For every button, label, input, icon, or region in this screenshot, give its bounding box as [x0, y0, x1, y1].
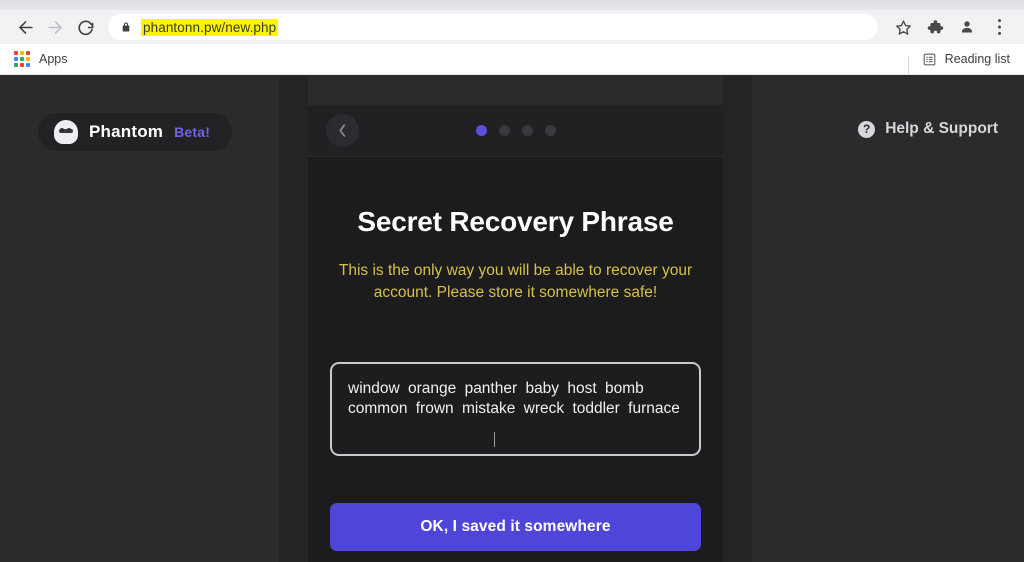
- panel-side-band-right: [723, 76, 752, 562]
- help-and-support-label: Help & Support: [885, 120, 998, 137]
- reload-button[interactable]: [70, 12, 100, 42]
- reading-list-label: Reading list: [944, 52, 1010, 66]
- url-text: phantonn.pw/new.php: [141, 18, 279, 36]
- confirm-saved-button[interactable]: OK, I saved it somewhere: [330, 503, 701, 551]
- back-button[interactable]: [10, 12, 40, 42]
- brand-beta-label: Beta!: [174, 124, 211, 140]
- seed-phrase-box[interactable]: window orange panther baby host bomb com…: [330, 362, 701, 456]
- modal-body: Secret Recovery Phrase This is the only …: [308, 206, 723, 551]
- bookmarks-bar: Apps Reading list: [0, 44, 1024, 75]
- apps-grid-icon: [14, 51, 30, 67]
- lock-icon: [120, 20, 132, 34]
- onboarding-modal: Secret Recovery Phrase This is the only …: [308, 105, 723, 562]
- help-question-icon: ?: [858, 120, 876, 138]
- step-indicator: [308, 125, 723, 136]
- tab-strip: [0, 0, 1024, 10]
- text-cursor: [494, 432, 495, 447]
- page-content: Phantom Beta! ? Help & Support Secret Re…: [0, 76, 1024, 562]
- browser-menu-icon[interactable]: [984, 12, 1014, 42]
- extensions-puzzle-icon[interactable]: [920, 12, 950, 42]
- phantom-brand-badge[interactable]: Phantom Beta!: [38, 113, 233, 151]
- panel-side-band-left: [279, 76, 308, 562]
- page-title: Secret Recovery Phrase: [357, 206, 674, 237]
- bookmark-item-apps[interactable]: Apps: [10, 49, 72, 69]
- address-bar[interactable]: phantonn.pw/new.php: [108, 14, 878, 40]
- toolbar-divider: [907, 55, 909, 74]
- step-dot-3: [521, 125, 533, 136]
- step-dot-4: [544, 125, 556, 136]
- phantom-ghost-icon: [54, 120, 78, 144]
- forward-button[interactable]: [40, 12, 70, 42]
- reading-list-button[interactable]: Reading list: [907, 52, 1014, 74]
- step-dot-2: [498, 125, 510, 136]
- profile-avatar-icon[interactable]: [952, 12, 982, 42]
- modal-header: [308, 105, 723, 157]
- help-and-support-link[interactable]: ? Help & Support: [858, 120, 998, 138]
- reading-list-icon: [922, 52, 937, 67]
- seed-phrase-words: window orange panther baby host bomb com…: [348, 380, 680, 418]
- browser-toolbar: phantonn.pw/new.php: [0, 10, 1024, 44]
- bookmark-label-apps: Apps: [39, 52, 68, 66]
- brand-name: Phantom: [89, 122, 164, 141]
- browser-window: phantonn.pw/new.php Apps Reading list Ph…: [0, 0, 1024, 562]
- step-dot-1: [475, 125, 487, 136]
- warning-text: This is the only way you will be able to…: [338, 262, 693, 301]
- bookmark-star-icon[interactable]: [888, 12, 918, 42]
